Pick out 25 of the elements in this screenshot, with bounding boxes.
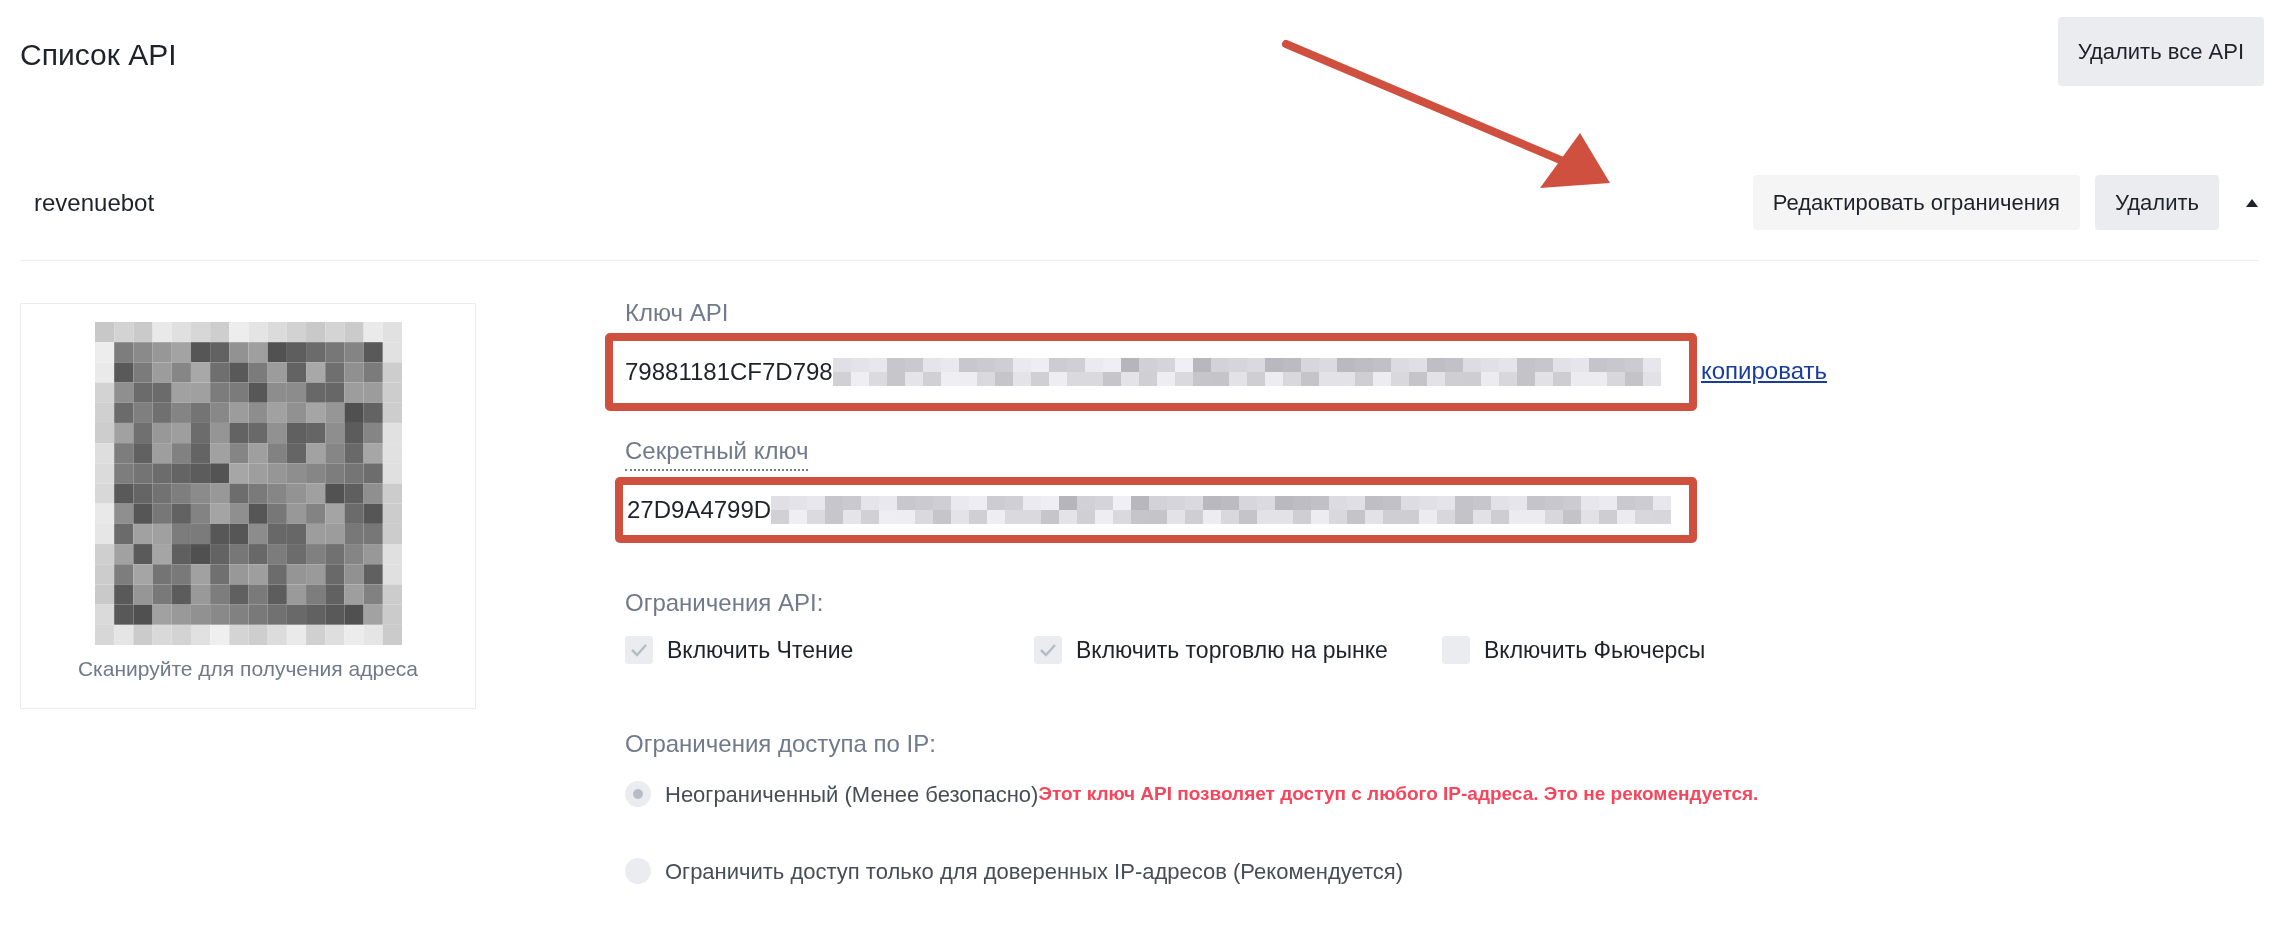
checkbox[interactable] (1034, 636, 1062, 665)
radio-label: Ограничить доступ только для доверенных IP-адресов (Рекомендуется) (665, 857, 1404, 886)
delete-all-button[interactable]: Удалить все API (2057, 17, 2264, 86)
page-title: Список API (20, 37, 177, 73)
section-label: Ограничения доступа по IP: (625, 728, 937, 759)
qr-caption: Сканируйте для получения адреса (77, 656, 419, 682)
api-name: revenuebot (34, 187, 155, 218)
radio-button[interactable] (625, 781, 651, 807)
delete-button[interactable]: Удалить (2095, 175, 2219, 230)
checkbox[interactable] (625, 636, 653, 665)
api-key-value: 79881181CF7D798 (625, 357, 833, 387)
warning-text: Этот ключ API позволяет доступ с любого IP-адреса. Это не рекомендуется. (1038, 781, 1759, 806)
checkbox-label: Включить Фьючерсы (1484, 636, 1706, 665)
check-icon (630, 643, 648, 658)
collapse-caret-icon[interactable] (2245, 197, 2259, 208)
secret-key-value: 27D9A4799D (627, 495, 772, 525)
checkbox-label: Включить торговлю на рынке (1076, 636, 1388, 665)
check-icon (1039, 643, 1057, 658)
edit-restrictions-button[interactable]: Редактировать ограничения (1752, 175, 2080, 230)
checkbox-label: Включить Чтение (667, 636, 854, 665)
section-label: Ограничения API: (625, 588, 825, 618)
secret-key-label: Секретный ключ (625, 433, 809, 471)
radio-label: Неограниченный (Менее безопасно) (665, 780, 1039, 809)
copy-link[interactable]: копировать (1701, 353, 1827, 389)
api-key-label: Ключ API (625, 298, 730, 328)
